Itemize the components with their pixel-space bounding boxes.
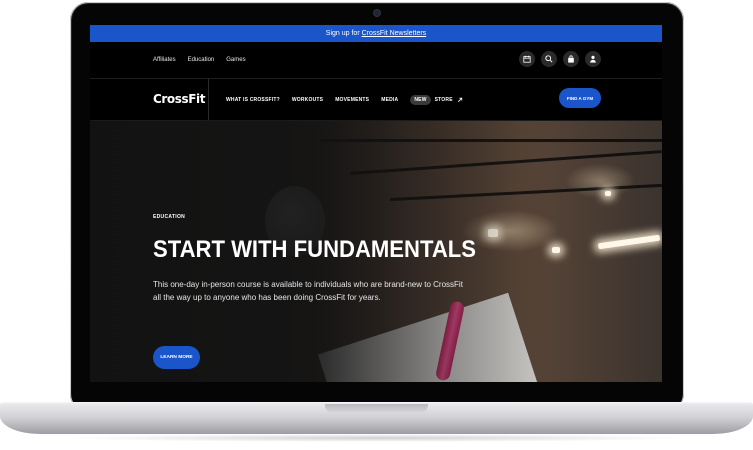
- nav-link-media[interactable]: MEDIA: [381, 97, 398, 103]
- user-icon: [590, 55, 596, 63]
- shopping-bag-icon: [568, 55, 574, 63]
- search-button[interactable]: [541, 51, 557, 67]
- utility-icons: [519, 51, 601, 67]
- calendar-icon: [523, 55, 531, 63]
- cart-button[interactable]: [563, 51, 579, 67]
- laptop-shadow: [60, 434, 693, 442]
- utility-link-affiliates[interactable]: Affiliates: [153, 57, 176, 63]
- webcam: [374, 10, 380, 16]
- main-nav-links: WHAT IS CROSSFIT? WORKOUTS MOVEMENTS MED…: [226, 79, 463, 120]
- newsletter-banner-text: Sign up for: [325, 30, 362, 37]
- crossfit-logo[interactable]: CrossFit: [153, 79, 206, 120]
- find-a-gym-button[interactable]: FIND A GYM: [559, 88, 601, 108]
- hero-content: EDUCATION START WITH FUNDAMENTALS This o…: [153, 214, 483, 369]
- account-button[interactable]: [585, 51, 601, 67]
- hero-description: This one-day in-person course is availab…: [153, 280, 463, 302]
- nav-link-store[interactable]: NEW STORE: [410, 94, 462, 105]
- hero-section: EDUCATION START WITH FUNDAMENTALS This o…: [90, 121, 662, 382]
- utility-link-education[interactable]: Education: [188, 57, 215, 63]
- nav-link-movements[interactable]: MOVEMENTS: [335, 97, 369, 103]
- hero-eyebrow: EDUCATION: [153, 214, 186, 220]
- nav-link-store-label: STORE: [434, 96, 453, 103]
- external-arrow-icon: [457, 97, 462, 102]
- browser-viewport: Sign up for CrossFit Newsletters Affilia…: [90, 25, 662, 382]
- new-badge: NEW: [410, 94, 431, 105]
- calendar-button[interactable]: [519, 51, 535, 67]
- utility-link-games[interactable]: Games: [226, 57, 245, 63]
- hero-title: START WITH FUNDAMENTALS: [153, 236, 476, 263]
- main-nav: CrossFit WHAT IS CROSSFIT? WORKOUTS MOVE…: [90, 79, 662, 121]
- learn-more-button[interactable]: LEARN MORE: [153, 346, 200, 369]
- search-icon: [545, 55, 553, 63]
- nav-link-what-is-crossfit[interactable]: WHAT IS CROSSFIT?: [226, 97, 280, 103]
- nav-link-workouts[interactable]: WORKOUTS: [292, 97, 323, 103]
- newsletter-banner: Sign up for CrossFit Newsletters: [90, 25, 662, 42]
- utility-links: Affiliates Education Games: [153, 42, 246, 78]
- utility-bar: Affiliates Education Games: [90, 42, 662, 79]
- laptop-notch: [325, 404, 428, 413]
- newsletter-signup-link[interactable]: CrossFit Newsletters: [362, 30, 427, 37]
- nav-divider: [208, 79, 209, 120]
